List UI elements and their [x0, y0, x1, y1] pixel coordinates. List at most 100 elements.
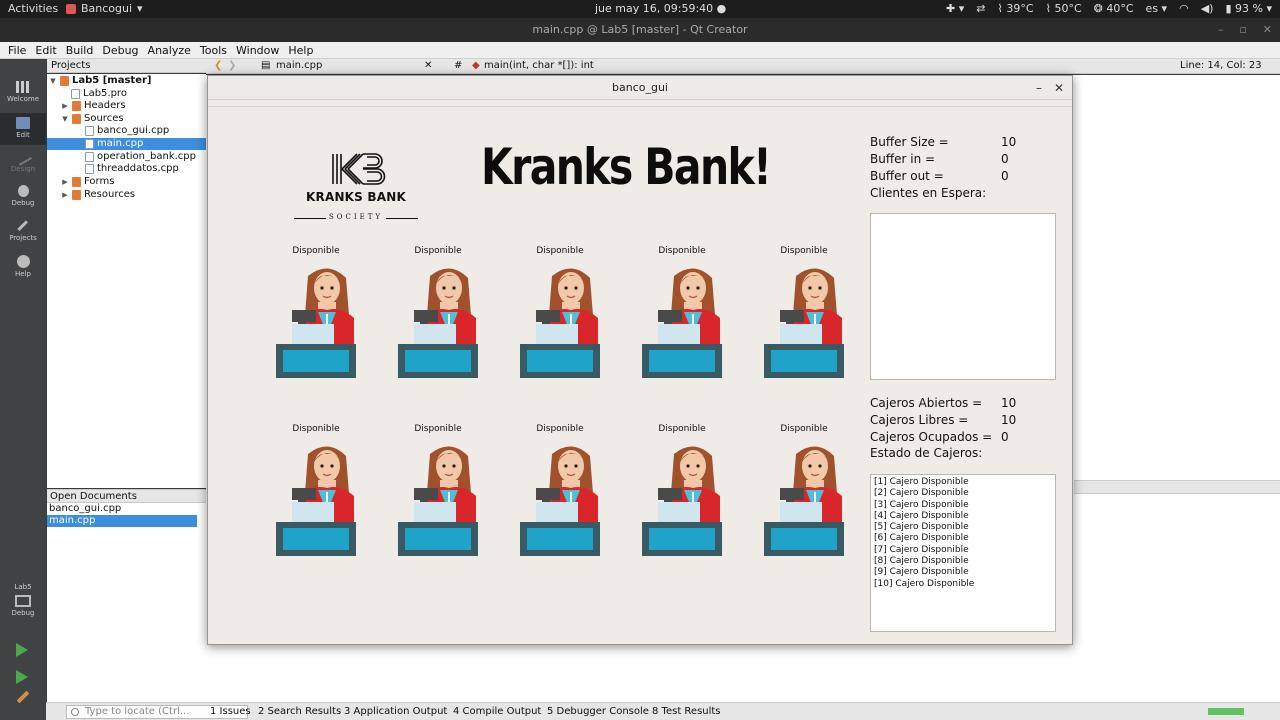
tree-node-label: Headers — [84, 100, 126, 111]
mode-welcome[interactable]: Welcome — [0, 81, 46, 103]
cpp-file-icon — [85, 152, 94, 162]
estado-cajeros-list[interactable]: [1] Cajero Disponible [2] Cajero Disponi… — [870, 474, 1056, 632]
cajeros-ocupados-label: Cajeros Ocupados = — [870, 430, 993, 444]
mode-projects[interactable]: Projects — [0, 220, 46, 242]
battery-indicator[interactable]: ▮ 93 % ▾ — [1225, 2, 1272, 15]
system-tray[interactable]: ✚ ▾ ⇄ ⌇ 39°C ⌇ 50°C ❂ 40°C es ▾ ◠ ◀) ▮ 9… — [946, 2, 1272, 15]
clientes-espera-list[interactable] — [870, 213, 1056, 380]
banco-window-title: banco_gui — [612, 81, 668, 94]
back-arrow-icon[interactable]: ❮ — [214, 60, 222, 71]
tree-node-operation-bank[interactable]: operation_bank.cpp — [85, 151, 196, 163]
cashier-illustration-icon — [276, 268, 356, 378]
menu-file[interactable]: File — [8, 44, 26, 57]
clock[interactable]: jue may 16, 09:59:40 ● — [595, 2, 726, 15]
cashier-status: Disponible — [780, 246, 828, 256]
collapse-arrow-icon[interactable]: ▼ — [49, 75, 57, 87]
gnome-top-bar: Activities Bancogui ▾ jue may 16, 09:59:… — [0, 0, 1280, 18]
tab-search-results[interactable]: 2 Search Results — [258, 706, 341, 717]
app-menu[interactable]: Bancogui ▾ — [66, 2, 143, 15]
list-item: [2] Cajero Disponible — [874, 488, 969, 499]
collapse-arrow-icon[interactable]: ▼ — [61, 113, 69, 125]
menu-build[interactable]: Build — [66, 44, 94, 57]
tree-node-label: Forms — [84, 176, 115, 187]
close-icon[interactable]: ✕ — [1054, 76, 1064, 100]
tree-node-label: Lab5 [master] — [72, 75, 152, 86]
expand-arrow-icon[interactable]: ▶ — [61, 100, 69, 112]
tab-compile-output[interactable]: 4 Compile Output — [453, 706, 541, 717]
clock-text: jue may 16, 09:59:40 — [595, 2, 714, 15]
tab-application-output[interactable]: 3 Application Output — [344, 706, 447, 717]
symbol-selector[interactable]: main(int, char *[]): int — [484, 60, 594, 71]
open-document-item[interactable]: banco_gui.cpp — [47, 503, 206, 515]
expand-arrow-icon[interactable]: ▶ — [61, 176, 69, 188]
fan-temp: ❂ 40°C — [1093, 2, 1134, 15]
volume-icon[interactable]: ◀) — [1201, 2, 1214, 15]
tab-debugger-console[interactable]: 5 Debugger Console — [547, 706, 649, 717]
cashier-status: Disponible — [292, 246, 340, 256]
forward-arrow-icon[interactable]: ❯ — [228, 60, 236, 71]
tree-node-headers[interactable]: ▶ Headers — [61, 100, 126, 112]
menu-analyze[interactable]: Analyze — [148, 44, 191, 57]
menu-bar: File Edit Build Debug Analyze Tools Wind… — [0, 42, 1280, 59]
tree-node-threaddatos[interactable]: threaddatos.cpp — [85, 163, 179, 175]
run-icon[interactable] — [16, 643, 28, 657]
tree-node-label: Lab5.pro — [83, 88, 127, 99]
cpp-file-icon — [85, 139, 94, 149]
monitor-icon — [15, 595, 31, 607]
tree-node-pro[interactable]: Lab5.pro — [71, 88, 127, 100]
maximize-icon[interactable]: ▫ — [1239, 18, 1246, 42]
tree-node-sources[interactable]: ▼ Sources — [61, 113, 124, 125]
tree-node-resources[interactable]: ▶ Resources — [61, 189, 135, 201]
projects-pane-title[interactable]: Projects — [51, 60, 90, 71]
cashier-illustration-icon — [764, 268, 844, 378]
list-item: [5] Cajero Disponible — [874, 522, 969, 533]
cashier-4: Disponible — [640, 246, 724, 386]
folder-icon — [72, 101, 81, 111]
mode-help[interactable]: Help — [0, 255, 46, 278]
mode-help-label: Help — [15, 270, 31, 278]
buffer-in-value: 0 — [1001, 152, 1009, 166]
tab-test-results[interactable]: 8 Test Results — [652, 706, 721, 717]
minimize-icon[interactable]: – — [1036, 76, 1042, 100]
logo-society: SOCIETY — [326, 213, 386, 221]
menu-debug[interactable]: Debug — [102, 44, 138, 57]
search-icon — [71, 708, 79, 716]
tree-node-main[interactable]: main.cpp — [47, 138, 206, 150]
language-indicator[interactable]: es ▾ — [1146, 2, 1168, 15]
close-document-icon[interactable]: ✕ — [424, 60, 432, 71]
menu-help[interactable]: Help — [288, 44, 313, 57]
current-file-selector[interactable]: main.cpp — [276, 60, 322, 71]
minimize-icon[interactable]: – — [1218, 18, 1224, 42]
mode-design[interactable]: Design — [0, 148, 46, 173]
sync-icon[interactable]: ⇄ — [976, 2, 985, 15]
logo-name: KRANKS BANK — [306, 190, 406, 204]
tree-node-forms[interactable]: ▶ Forms — [61, 176, 114, 188]
open-document-item[interactable]: main.cpp — [47, 515, 197, 527]
menu-edit[interactable]: Edit — [35, 44, 56, 57]
kit-selector[interactable]: Lab5 Debug — [0, 583, 46, 617]
tree-node-banco-gui[interactable]: banco_gui.cpp — [85, 125, 169, 137]
project-icon — [60, 76, 69, 86]
tab-issues[interactable]: 1 Issues — [210, 706, 251, 717]
cashier-illustration-icon — [398, 268, 478, 378]
tree-node-lab5[interactable]: ▼ Lab5 [master] — [49, 75, 151, 87]
extensions-icon[interactable]: ✚ ▾ — [946, 2, 964, 15]
mode-debug[interactable]: Debug — [0, 185, 46, 207]
line-col-indicator[interactable]: Line: 14, Col: 23 — [1180, 60, 1262, 71]
activities-button[interactable]: Activities — [8, 2, 58, 15]
project-tree: ▼ Lab5 [master] Lab5.pro ▶ Headers ▼ Source… — [47, 74, 206, 488]
open-documents-title[interactable]: Open Documents — [50, 491, 137, 502]
debug-run-icon[interactable] — [16, 670, 28, 684]
close-icon[interactable]: ✕ — [1263, 18, 1272, 42]
menu-tools[interactable]: Tools — [200, 44, 227, 57]
expand-arrow-icon[interactable]: ▶ — [61, 189, 69, 201]
build-hammer-icon[interactable] — [16, 690, 30, 704]
buffer-in-label: Buffer in = — [870, 152, 936, 166]
mode-edit[interactable]: Edit — [0, 113, 46, 145]
menu-window[interactable]: Window — [236, 44, 279, 57]
hash-label[interactable]: # — [454, 60, 462, 71]
wifi-icon[interactable]: ◠ — [1179, 2, 1189, 15]
file-icon: ▤ — [261, 60, 271, 71]
function-icon: ◆ — [472, 60, 480, 71]
banco-titlebar[interactable]: banco_gui – ✕ — [208, 76, 1072, 100]
